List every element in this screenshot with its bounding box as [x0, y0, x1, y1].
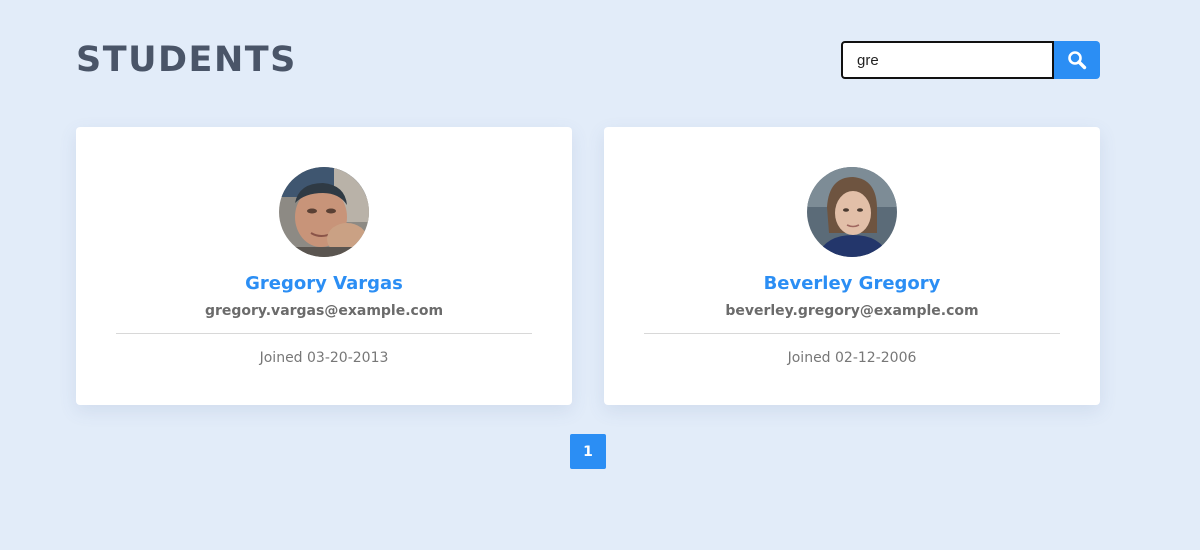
pagination: 1: [570, 434, 606, 469]
search-icon: [1068, 51, 1087, 70]
student-card: Beverley Gregory beverley.gregory@exampl…: [604, 127, 1100, 405]
student-name[interactable]: Beverley Gregory: [604, 271, 1100, 297]
avatar: [279, 167, 369, 257]
joined-date: Joined 03-20-2013: [259, 350, 389, 366]
page-title: STUDENTS: [76, 40, 297, 80]
student-email: gregory.vargas@example.com: [204, 303, 444, 319]
joined-date: Joined 02-12-2006: [787, 350, 917, 366]
student-card: Gregory Vargas gregory.vargas@example.co…: [76, 127, 572, 405]
page-button-1[interactable]: 1: [570, 434, 606, 469]
search-form: [841, 41, 1100, 79]
student-email: beverley.gregory@example.com: [725, 303, 979, 319]
search-input[interactable]: [841, 41, 1054, 79]
avatar: [807, 167, 897, 257]
student-name[interactable]: Gregory Vargas: [76, 271, 572, 297]
divider: [116, 333, 532, 334]
search-button[interactable]: [1054, 41, 1100, 79]
divider: [644, 333, 1060, 334]
